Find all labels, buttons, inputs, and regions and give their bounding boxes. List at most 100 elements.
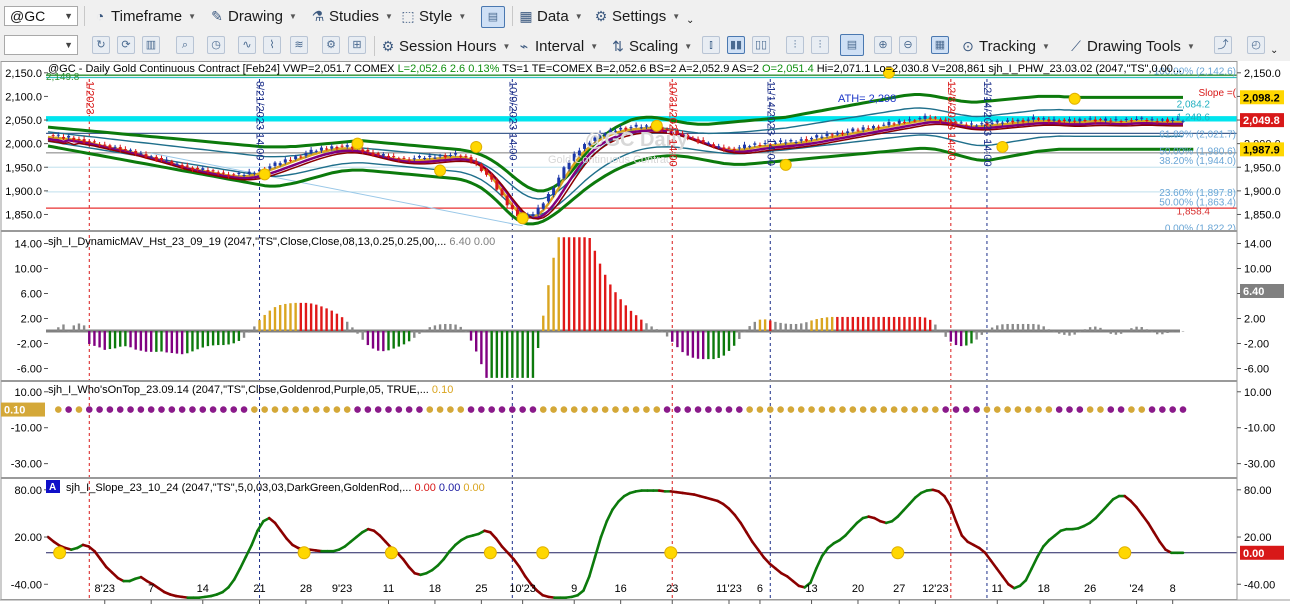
whos-on-top-dot [1117,406,1125,413]
price-title: @GC - Daily Gold Continuous Contract [Fe… [48,63,398,75]
pane-title-value: 0.10 [432,384,453,396]
chart-combo[interactable]: ▼ [4,35,78,55]
header-stat: Lo=2,030.8 [873,63,931,75]
candle-body [861,127,865,130]
hollow-candle-icon[interactable]: ▯▯ [752,36,770,54]
style-button[interactable]: ⬚ Style ▼ [400,4,466,28]
drawing-tools-button[interactable]: ⟋ Drawing Tools ▼ [1068,34,1195,58]
price-axis-left-tick-label: 1,900.0 [5,186,42,198]
chevron-down-icon: ▼ [590,41,599,51]
data-window-icon[interactable]: ▦ [931,36,949,54]
chart-area[interactable]: @GC DailyGold Continuous ContractATH= 2,… [0,61,1290,607]
whos-on-top-dot [828,406,836,413]
candle-body [1047,119,1051,122]
ohlc-bars-icon[interactable]: ⫶ [786,36,804,54]
toolbar-overflow-icon[interactable]: ⌄ [1270,38,1278,62]
candle-body [866,128,870,130]
whos-on-top-dot [1045,406,1053,413]
pivot-dot [779,158,792,171]
toolbar-overflow-icon[interactable]: ⌄ [686,8,694,32]
candle-body [366,149,370,152]
slope-cross-dot [664,546,678,560]
whos-on-top-dot [849,406,857,413]
candle-body [732,148,736,151]
whos-on-top-dot [1138,406,1146,413]
candle-body [1021,120,1025,122]
whos-on-top-dot [364,406,372,413]
scaling-button[interactable]: ⇅ Scaling ▼ [610,34,692,58]
interval-button[interactable]: ⌁ Interval ▼ [516,34,598,58]
layout-toggle-icon[interactable]: ▤ [481,6,505,28]
candle-body [851,128,855,132]
candle-body [196,167,200,170]
history-icon: ◔ [95,8,105,24]
studies-button[interactable]: ⚗ Studies ▼ [310,4,393,28]
chart-line-icon[interactable]: ⌇ [263,36,281,54]
whos-on-top-dot [385,406,392,413]
candle-body [897,120,901,124]
price-header: @GC - Daily Gold Continuous Contract [Fe… [48,63,1182,75]
session-hours-button[interactable]: ⚙ Session Hours ▼ [380,34,511,58]
crosshair-icon: ⊙ [962,38,974,54]
chart-settings-icon[interactable]: ⊞ [348,36,366,54]
timeframe-label: Timeframe [111,7,183,25]
chart-wave-icon[interactable]: ∿ [238,36,256,54]
price-badge: 2,049.8 [1243,115,1280,127]
candle-body [211,170,215,172]
candle-body [1135,119,1139,121]
candle-body [1031,117,1035,120]
whos-on-top-dot [509,406,516,413]
chart-area-icon[interactable]: ≋ [290,36,308,54]
toolbar-separator [512,6,513,26]
grid-icon[interactable]: ▥ [142,36,160,54]
whos-on-top-dot [127,406,134,413]
header-stat: Hi=2,071.1 [817,63,874,75]
refresh-icon[interactable]: ↻ [92,36,110,54]
candle-body [72,137,76,141]
candle-body [536,207,540,215]
whos-on-top-dot [65,406,72,413]
price-axis-tick-label: 1,900.0 [1244,186,1281,198]
candle-body [779,140,783,142]
whos-on-top-dot [911,406,919,413]
settings-button[interactable]: ⚙ Settings ▼ [593,4,680,28]
pane-title: sjh_I_DynamicMAV_Hst_23_09_19 (2047,"TS"… [48,236,495,248]
whos-on-top-dot [818,406,826,413]
data-button[interactable]: ▦ Data ▼ [518,4,582,28]
candle-body [371,152,375,156]
candlestick-icon[interactable]: ▮▮ [727,36,745,54]
bar-chart-icon[interactable]: ⫾ [702,36,720,54]
x-tick-label: 8 [1170,583,1176,595]
candle-body [82,139,86,143]
magnify-icon[interactable]: ⌕ [176,36,194,54]
candle-body [629,127,633,129]
candle-body [815,135,819,138]
interval-label: Interval [535,37,585,55]
zoom-out-icon[interactable]: ⊖ [899,36,917,54]
slope-label: Slope =( [1198,88,1236,99]
candle-body [830,134,834,136]
candle-body [283,159,287,163]
scaling-icon: ⇅ [612,38,624,54]
candle-body [87,141,91,143]
tracking-button[interactable]: ⊙ Tracking ▼ [960,34,1050,58]
whos-on-top-dot [426,406,434,413]
trend-line-icon[interactable]: ⤴ [1214,36,1232,54]
drawing-button[interactable]: ✎ Drawing ▼ [209,4,297,28]
panes-toggle-icon[interactable]: ▤ [840,34,864,56]
sync-icon[interactable]: ⟳ [117,36,135,54]
candle-body [144,154,148,158]
pane-title-text: sjh_I_DynamicMAV_Hst_23_09_19 (2047,"TS"… [48,236,449,248]
zoom-in-icon[interactable]: ⊕ [874,36,892,54]
whos-on-top-dot [859,406,867,413]
whos-on-top-dot [1014,406,1022,413]
timeframe-button[interactable]: ◔ Timeframe ▼ [92,4,196,28]
chevron-down-icon: ▼ [458,11,467,21]
speedometer-icon[interactable]: ◷ [207,36,225,54]
who-axis-left-tick-label: -30.00 [11,459,42,471]
cog-chart-icon[interactable]: ⚙ [322,36,340,54]
pencil-icon: ✎ [211,8,223,24]
chart-speed-icon[interactable]: ◴ [1247,36,1265,54]
symbol-combo[interactable]: @GC ▼ [4,6,78,26]
hlc-bars-icon[interactable]: ⫶ [811,36,829,54]
